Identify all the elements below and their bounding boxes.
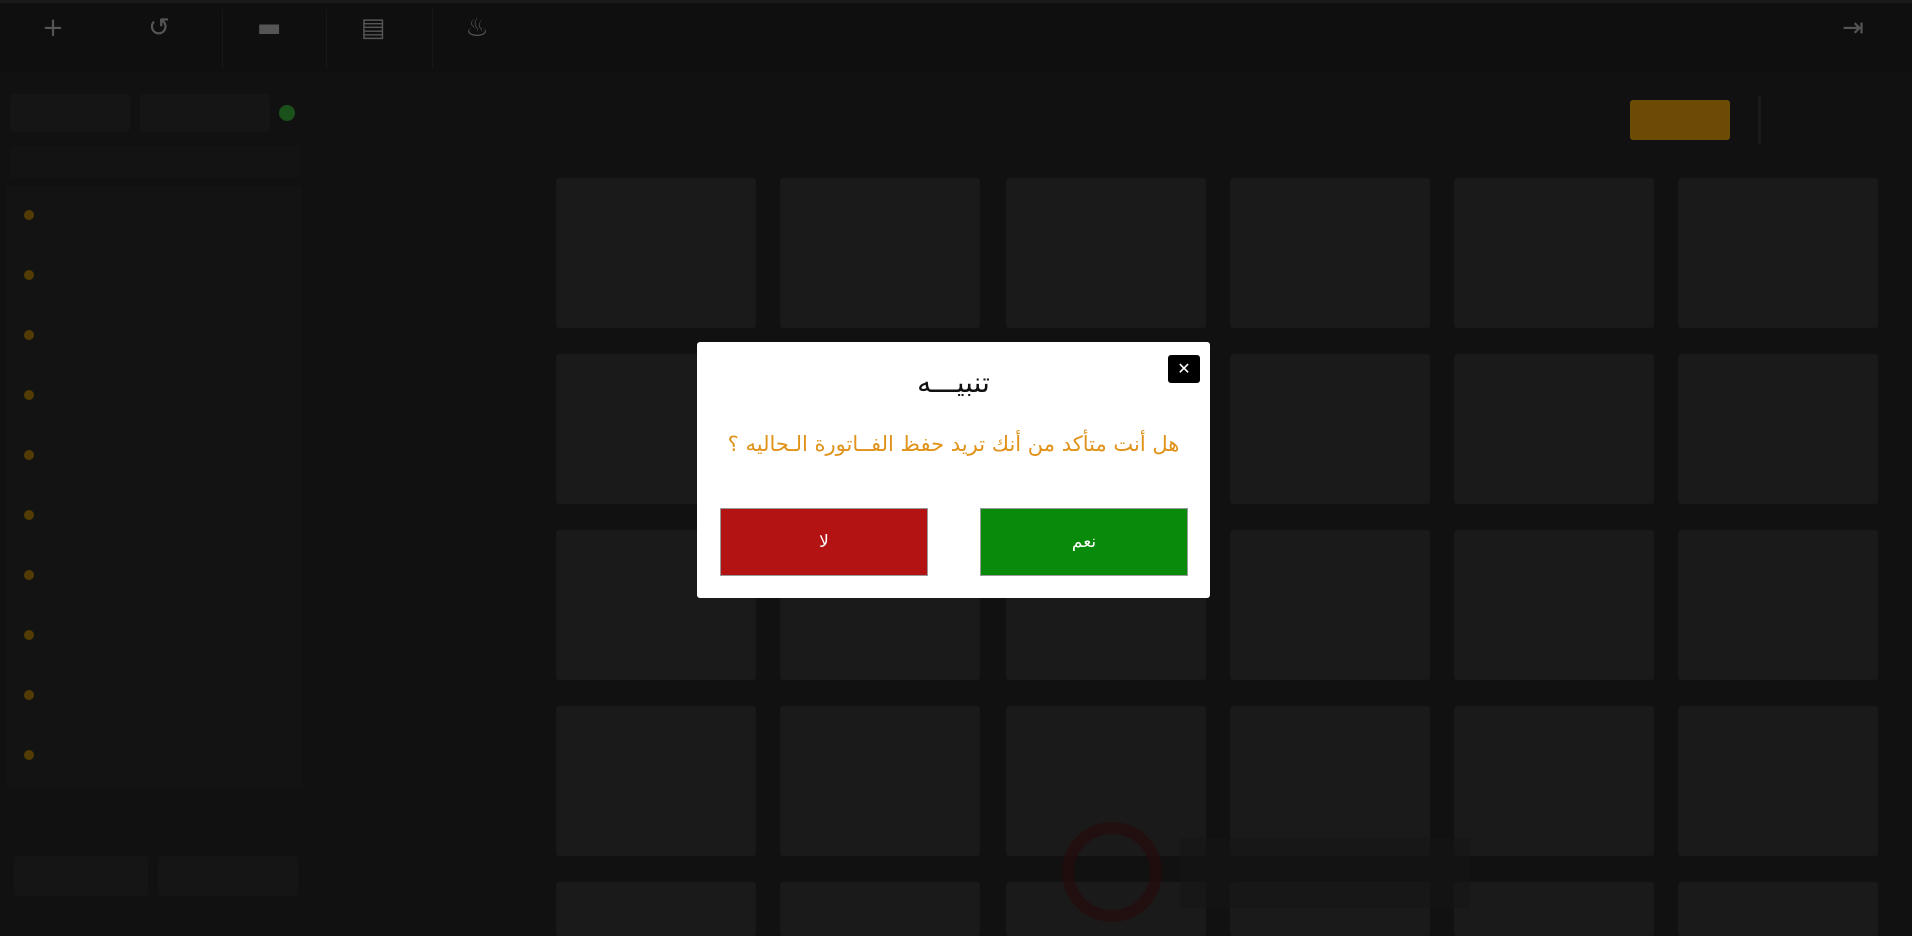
pos-app: ⇥ ♨ ▤ ▬ ↺ + <box>0 0 1912 936</box>
dialog-title: تنبيـــه <box>917 366 990 399</box>
yes-button[interactable]: نعم <box>980 508 1188 576</box>
dialog-message: هل أنت متأكد من أنك تريد حفظ الفــاتورة … <box>727 432 1180 456</box>
no-button-label: لا <box>819 532 829 552</box>
yes-button-label: نعم <box>1071 532 1097 552</box>
confirm-save-dialog: ✕ تنبيـــه هل أنت متأكد من أنك تريد حفظ … <box>697 342 1210 598</box>
no-button[interactable]: لا <box>720 508 928 576</box>
